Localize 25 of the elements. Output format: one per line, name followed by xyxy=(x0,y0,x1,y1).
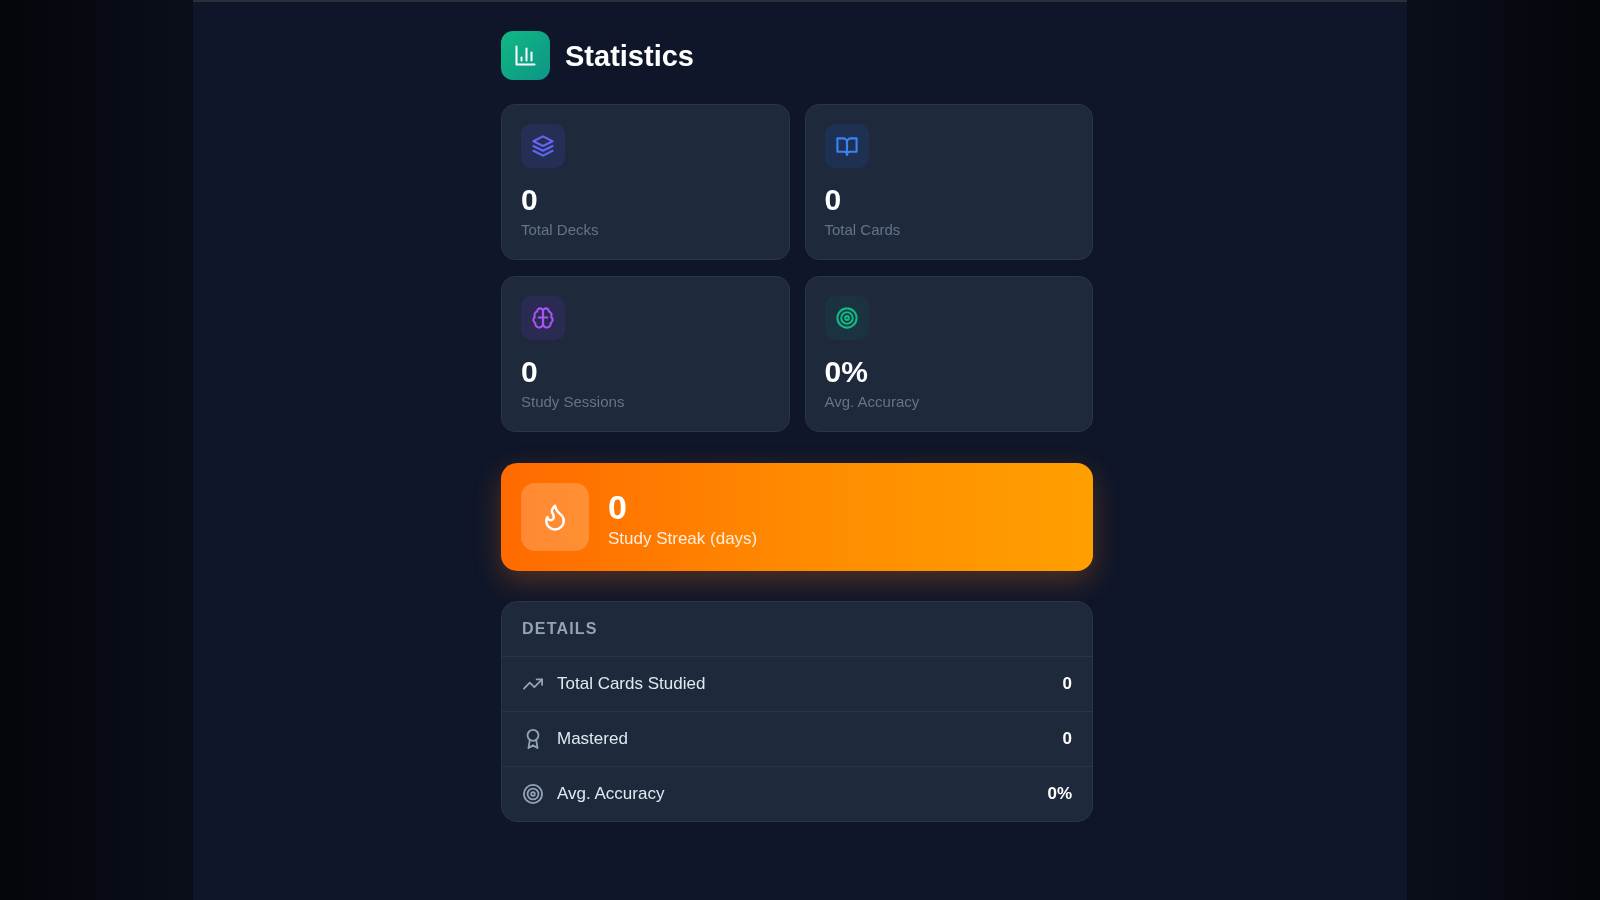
target-icon xyxy=(523,784,543,804)
stat-label: Total Cards xyxy=(824,220,901,240)
layers-icon xyxy=(521,124,565,168)
streak-value: 0 xyxy=(608,488,627,526)
open-book-icon xyxy=(824,124,869,168)
flame-icon xyxy=(521,483,589,551)
stat-label: Study Sessions xyxy=(521,392,625,412)
page-title: Statistics xyxy=(565,38,694,74)
section-heading: DETAILS xyxy=(522,620,598,638)
stat-value: 0% xyxy=(824,355,868,389)
detail-label: Total Cards Studied xyxy=(557,674,706,694)
stat-value: 0 xyxy=(521,183,538,217)
detail-label: Mastered xyxy=(557,729,628,749)
detail-value: 0 xyxy=(1062,729,1072,749)
brain-icon xyxy=(521,296,565,340)
bar-chart-icon xyxy=(501,31,550,80)
stat-value: 0 xyxy=(824,183,842,217)
detail-value: 0 xyxy=(1062,674,1072,694)
stat-value: 0 xyxy=(521,355,538,389)
target-icon xyxy=(824,296,869,340)
stat-label: Total Decks xyxy=(521,220,599,240)
detail-value: 0% xyxy=(1047,784,1072,804)
detail-label: Avg. Accuracy xyxy=(557,784,665,804)
streak-label: Study Streak (days) xyxy=(608,528,758,550)
stat-label: Avg. Accuracy xyxy=(824,392,920,412)
